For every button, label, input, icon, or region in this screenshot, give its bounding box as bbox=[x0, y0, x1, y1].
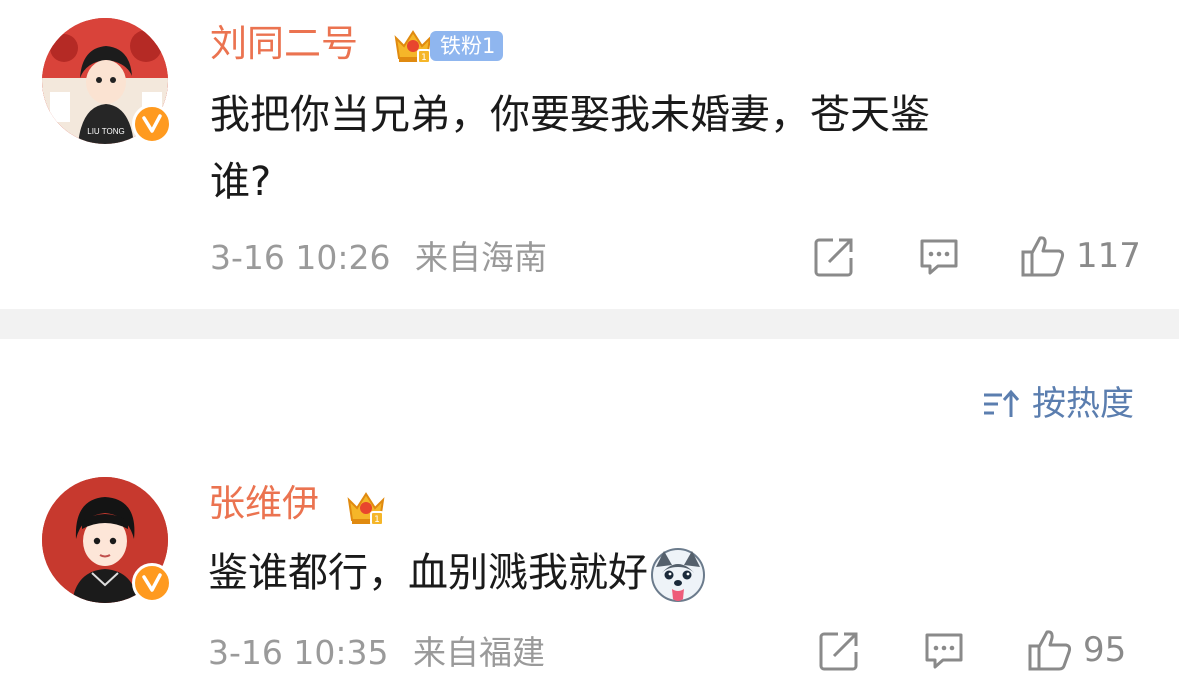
comment-text-line-1: 我把你当兄弟，你要娶我未婚妻，苍天鉴 bbox=[210, 92, 930, 138]
location: 来自福建 bbox=[413, 633, 545, 672]
husky-tongue-emoji bbox=[651, 548, 705, 602]
comment-1: LIU TONG 刘同二号 1 铁粉1 我把你当兄弟，你要娶我未婚妻，苍天鉴 谁… bbox=[0, 0, 1179, 309]
share-button[interactable] bbox=[813, 236, 855, 278]
comment-text-line-2: 谁? bbox=[210, 159, 272, 205]
thumbs-up-icon bbox=[1028, 630, 1072, 671]
like-count: 95 bbox=[1083, 630, 1127, 670]
share-button[interactable] bbox=[818, 630, 860, 672]
thumbs-up-icon bbox=[1021, 236, 1065, 277]
comment-text: 鉴谁都行，血别溅我就好 bbox=[208, 550, 648, 596]
crown-badge-icon: 1 bbox=[347, 492, 385, 526]
verified-badge-icon bbox=[132, 104, 172, 144]
share-icon bbox=[814, 238, 853, 277]
share-icon bbox=[819, 632, 858, 671]
like-button[interactable]: 95 bbox=[1027, 628, 1126, 672]
sort-label: 按热度 bbox=[1032, 384, 1134, 424]
fan-badge: 铁粉1 bbox=[430, 31, 504, 61]
section-divider bbox=[0, 309, 1179, 339]
username[interactable]: 刘同二号 bbox=[210, 22, 358, 66]
svg-text:1: 1 bbox=[421, 53, 427, 63]
timestamp: 3-16 10:26 bbox=[210, 238, 391, 277]
timestamp: 3-16 10:35 bbox=[208, 633, 389, 672]
like-count: 117 bbox=[1076, 236, 1141, 276]
like-button[interactable]: 117 bbox=[1020, 234, 1141, 278]
location: 来自海南 bbox=[415, 238, 547, 277]
comment-icon bbox=[920, 239, 958, 275]
comment-meta: 3-16 10:35 来自福建 bbox=[208, 633, 545, 673]
svg-text:1: 1 bbox=[374, 515, 380, 525]
comment-icon bbox=[925, 633, 963, 669]
verified-badge-icon bbox=[132, 563, 172, 603]
comment-button[interactable] bbox=[923, 631, 965, 671]
crown-badge-icon: 1 bbox=[394, 30, 432, 64]
comment-meta: 3-16 10:26 来自海南 bbox=[210, 238, 547, 278]
username[interactable]: 张维伊 bbox=[208, 482, 319, 526]
comment-text-line-1: 鉴谁都行，血别溅我就好 bbox=[208, 541, 706, 605]
sort-by-hot-toggle[interactable]: 按热度 bbox=[982, 382, 1134, 426]
sort-icon bbox=[984, 389, 1020, 417]
comment-button[interactable] bbox=[918, 237, 960, 277]
comment-2: 张维伊 1 鉴谁都行，血别溅我就好 3-16 10:35 来自福建 95 bbox=[0, 450, 1179, 691]
avatar-caption: LIU TONG bbox=[87, 127, 125, 136]
